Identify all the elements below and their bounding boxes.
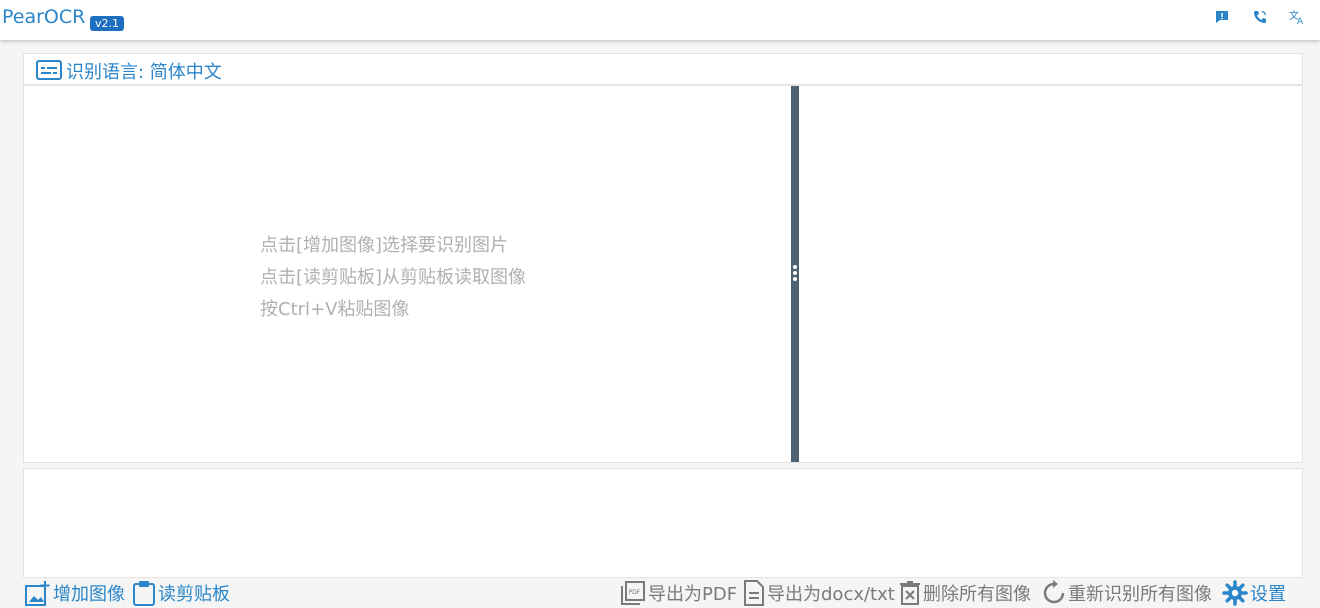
translate-icon[interactable]: 文A (1288, 7, 1308, 27)
drag-handle-icon[interactable] (793, 265, 797, 283)
rerecognize-all-label: 重新识别所有图像 (1068, 584, 1212, 605)
empty-hint: 点击[增加图像]选择要识别图片 点击[读剪贴板]从剪贴板读取图像 按Ctrl+V… (260, 230, 526, 326)
result-area[interactable] (23, 468, 1303, 578)
export-pdf-button[interactable]: PDF 导出为PDF (620, 580, 737, 606)
top-icons: 文A (1212, 7, 1308, 27)
settings-label: 设置 (1250, 584, 1286, 605)
export-docx-label: 导出为docx/txt (767, 584, 895, 605)
feedback-icon[interactable] (1212, 7, 1232, 27)
version-badge: v2.1 (90, 16, 125, 31)
svg-text:PDF: PDF (629, 589, 641, 596)
hint-line: 点击[增加图像]选择要识别图片 (260, 235, 509, 256)
add-image-button[interactable]: 增加图像 (25, 580, 125, 606)
hint-line: 按Ctrl+V粘贴图像 (260, 299, 410, 320)
document-icon (744, 580, 764, 606)
subtitles-icon (36, 60, 62, 84)
export-docx-button[interactable]: 导出为docx/txt (743, 580, 895, 606)
rerecognize-all-button[interactable]: 重新识别所有图像 (1042, 580, 1212, 606)
read-clipboard-button[interactable]: 读剪贴板 (132, 580, 230, 606)
image-workspace[interactable]: 点击[增加图像]选择要识别图片 点击[读剪贴板]从剪贴板读取图像 按Ctrl+V… (23, 85, 1303, 463)
clipboard-icon (133, 581, 155, 606)
contact-phone-icon[interactable] (1250, 7, 1270, 27)
add-image-label: 增加图像 (53, 584, 125, 605)
pdf-icon: PDF (621, 581, 645, 605)
gear-icon (1222, 580, 1248, 606)
export-pdf-label: 导出为PDF (648, 584, 738, 605)
add-photo-icon (25, 581, 50, 606)
app-title: PearOCR (2, 6, 86, 28)
language-header[interactable]: 识别语言: 简体中文 (23, 53, 1303, 85)
delete-all-button[interactable]: 删除所有图像 (899, 580, 1031, 606)
read-clipboard-label: 读剪贴板 (158, 584, 230, 605)
bottom-toolbar: 增加图像 读剪贴板 PDF 导出为PDF 导出为docx/txt 删除所有图像 … (23, 578, 1303, 608)
language-label[interactable]: 识别语言: 简体中文 (66, 58, 222, 84)
delete-icon (900, 581, 920, 605)
settings-button[interactable]: 设置 (1222, 580, 1286, 606)
svg-text:A: A (1297, 17, 1304, 25)
pane-splitter[interactable] (791, 86, 799, 462)
refresh-icon (1043, 580, 1065, 604)
hint-line: 点击[读剪贴板]从剪贴板读取图像 (260, 267, 527, 288)
top-bar: PearOCR v2.1 文A (0, 0, 1320, 40)
delete-all-label: 删除所有图像 (923, 584, 1031, 605)
